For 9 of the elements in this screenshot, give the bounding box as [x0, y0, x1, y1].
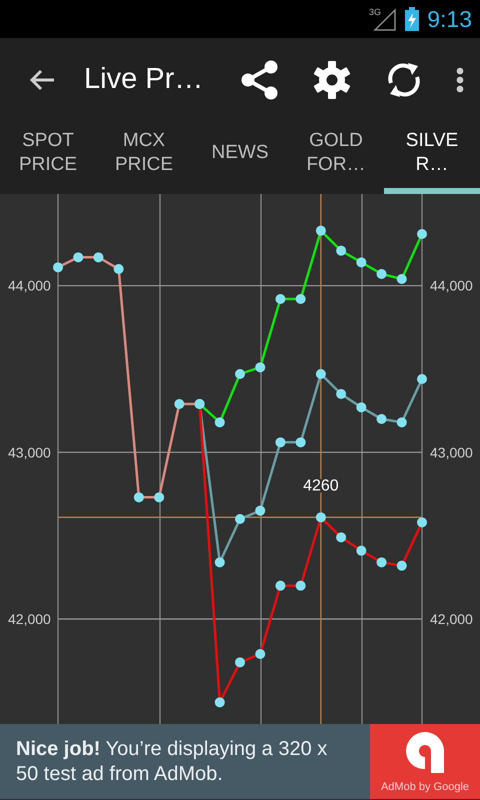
clock-time: 9:13: [427, 4, 472, 34]
app-title: Live Pr…: [84, 62, 204, 98]
y-axis-label: 43,000: [430, 444, 473, 460]
y-axis-label: 42,000: [8, 611, 51, 627]
y-axis-label: 43,000: [8, 444, 51, 460]
y-axis-label: 44,000: [430, 278, 473, 294]
y-axis-label: 42,000: [430, 611, 473, 627]
ad-brand-label: AdMob by Google: [380, 780, 470, 794]
y-axis-label: 44,000: [8, 278, 51, 294]
